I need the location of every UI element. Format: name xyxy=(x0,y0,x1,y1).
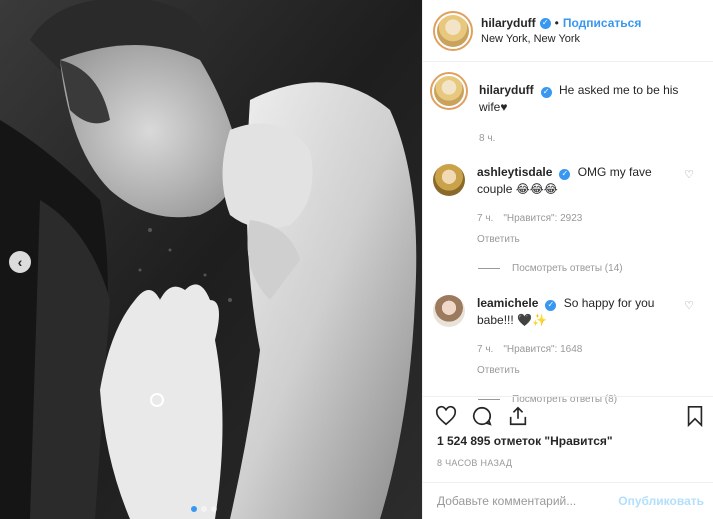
comments-list[interactable]: hilaryduff ✓ He asked me to be his wife♥ … xyxy=(423,62,713,405)
comment-like-heart-icon[interactable]: ♡ xyxy=(684,299,694,312)
caption-username[interactable]: hilaryduff xyxy=(479,83,534,97)
follow-button[interactable]: Подписаться xyxy=(563,16,641,30)
verified-icon: ✓ xyxy=(545,299,557,311)
carousel-dot-2 xyxy=(201,506,207,512)
comment-like-heart-icon[interactable]: ♡ xyxy=(684,168,694,181)
reply-button[interactable]: Ответить xyxy=(477,231,687,248)
location-link[interactable]: New York, New York xyxy=(481,33,641,45)
post-time-ago[interactable]: 8 ЧАСОВ НАЗАД xyxy=(437,458,512,468)
comment-item: leamichele ✓ So happy for you babe!!! 🖤✨ … xyxy=(433,295,704,379)
view-replies-button[interactable]: Посмотреть ответы (14) xyxy=(478,263,704,274)
couple-kissing-photo xyxy=(0,0,422,519)
verified-icon: ✓ xyxy=(540,86,552,98)
post-header: hilaryduff ✓ • Подписаться New York, New… xyxy=(423,0,713,62)
post-actions-bar xyxy=(423,396,713,434)
carousel-dot-3 xyxy=(211,506,217,512)
comment-item: ashleytisdale ✓ OMG my fave couple 😂😂😂 7 … xyxy=(433,164,704,248)
bookmark-icon[interactable] xyxy=(684,405,706,427)
comment-time[interactable]: 7 ч. xyxy=(477,210,493,227)
add-comment-section: Опубликовать xyxy=(423,482,713,519)
separator-dot: • xyxy=(554,16,559,30)
add-comment-input[interactable] xyxy=(437,494,607,508)
carousel-dot-1 xyxy=(191,506,197,512)
carousel-prev-button[interactable]: ‹ xyxy=(9,251,31,273)
comment-time[interactable]: 7 ч. xyxy=(477,341,493,358)
comment-username[interactable]: ashleytisdale xyxy=(477,165,552,179)
post-side-panel: hilaryduff ✓ • Подписаться New York, New… xyxy=(422,0,713,519)
view-replies-label: Посмотреть ответы (14) xyxy=(512,263,623,274)
comment-bubble-icon[interactable] xyxy=(471,405,493,427)
reply-button[interactable]: Ответить xyxy=(477,362,687,379)
likes-count[interactable]: 1 524 895 отметок "Нравится" xyxy=(437,434,613,448)
caption-time: 8 ч. xyxy=(479,133,496,144)
post-photo[interactable]: ‹ xyxy=(0,0,422,519)
carousel-dots xyxy=(191,506,217,512)
commenter-avatar[interactable] xyxy=(433,295,465,327)
verified-icon: ✓ xyxy=(539,17,551,29)
publish-button[interactable]: Опубликовать xyxy=(618,494,704,508)
share-icon[interactable] xyxy=(507,405,529,427)
comment-likes[interactable]: "Нравится": 2923 xyxy=(503,210,582,227)
commenter-avatar[interactable] xyxy=(433,164,465,196)
caption-row: hilaryduff ✓ He asked me to be his wife♥ … xyxy=(430,72,704,147)
like-heart-icon[interactable] xyxy=(435,405,457,427)
author-username[interactable]: hilaryduff xyxy=(481,16,536,30)
verified-icon: ✓ xyxy=(559,168,571,180)
author-avatar-small[interactable] xyxy=(430,72,468,110)
comment-likes[interactable]: "Нравится": 1648 xyxy=(503,341,582,358)
comment-username[interactable]: leamichele xyxy=(477,296,538,310)
author-avatar[interactable] xyxy=(433,10,473,51)
